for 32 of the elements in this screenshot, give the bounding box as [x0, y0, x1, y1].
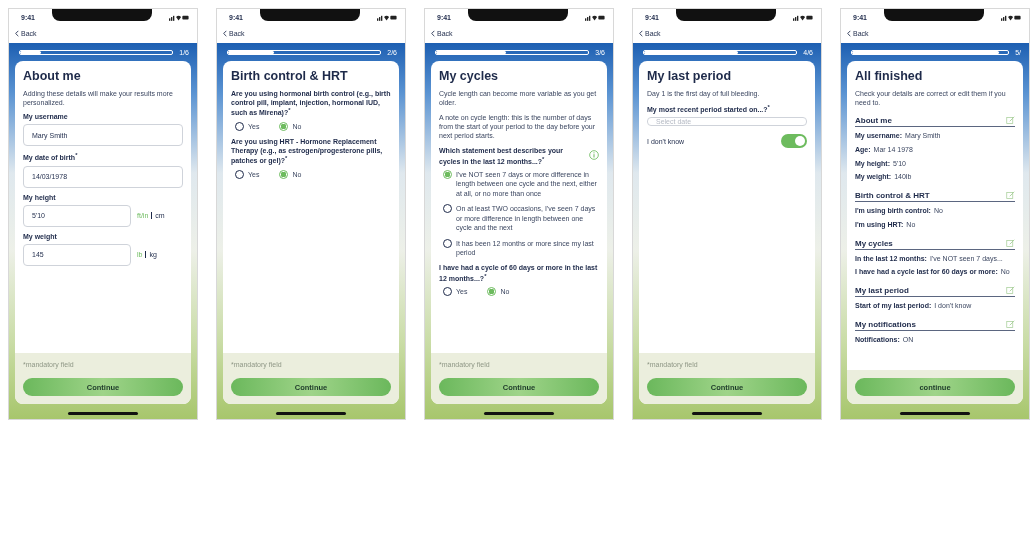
status-icons: [1001, 13, 1021, 21]
screen-title: About me: [23, 69, 82, 83]
screen-title: My cycles: [439, 69, 500, 83]
home-indicator: [276, 412, 346, 415]
chevron-left-icon: [847, 30, 851, 37]
info-icon[interactable]: [589, 150, 599, 161]
status-icons: [585, 13, 605, 21]
home-indicator: [68, 412, 138, 415]
screen-title: Birth control & HRT: [231, 69, 349, 83]
chevron-left-icon: [639, 30, 643, 37]
status-icons: [169, 13, 189, 21]
section-title: My notifications: [855, 319, 916, 329]
edit-icon[interactable]: [1006, 319, 1015, 329]
screen-title: My last period: [647, 69, 733, 83]
status-icons: [793, 13, 813, 21]
section-title: My last period: [855, 286, 909, 296]
home-indicator: [692, 412, 762, 415]
edit-icon[interactable]: [1006, 238, 1015, 248]
chevron-left-icon: [223, 30, 227, 37]
section-title: Birth control & HRT: [855, 191, 930, 201]
chevron-left-icon: [15, 30, 19, 37]
section-title: My cycles: [855, 238, 893, 248]
chevron-left-icon: [431, 30, 435, 37]
edit-icon[interactable]: [1006, 191, 1015, 201]
status-icons: [377, 13, 397, 21]
section-title: About me: [855, 116, 892, 126]
home-indicator: [484, 412, 554, 415]
edit-icon[interactable]: [1006, 116, 1015, 126]
home-indicator: [900, 412, 970, 415]
edit-icon[interactable]: [1006, 286, 1015, 296]
toggle-switch[interactable]: [781, 134, 807, 149]
screen-title: All finished: [855, 69, 924, 83]
